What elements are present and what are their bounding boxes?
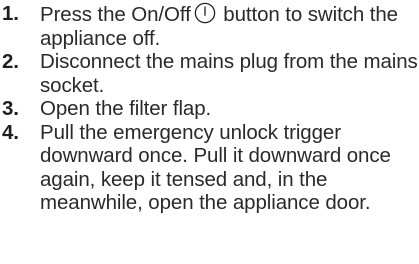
step-number: 1. (2, 2, 19, 25)
step-4: 4. Pull the emergency unlock trigger dow… (0, 121, 419, 215)
power-icon (194, 2, 216, 24)
step-text: Pull the emergency unlock trigger downwa… (40, 120, 391, 215)
step-number: 4. (2, 120, 19, 144)
step-3: 3. Open the filter flap. (0, 97, 419, 121)
instruction-steps-list: 1. Press the On/Off button to switch the… (0, 2, 419, 215)
step-number: 2. (2, 50, 19, 73)
step-text: Open the filter flap. (40, 97, 212, 120)
step-text: Disconnect the mains plug from the mains… (40, 50, 418, 97)
step-text-part: Press the On/Off (40, 3, 191, 26)
step-text: Press the On/Off button to switch the ap… (40, 2, 419, 50)
step-2: 2. Disconnect the mains plug from the ma… (0, 50, 419, 97)
step-number: 3. (2, 97, 19, 120)
step-1: 1. Press the On/Off button to switch the… (0, 2, 419, 50)
